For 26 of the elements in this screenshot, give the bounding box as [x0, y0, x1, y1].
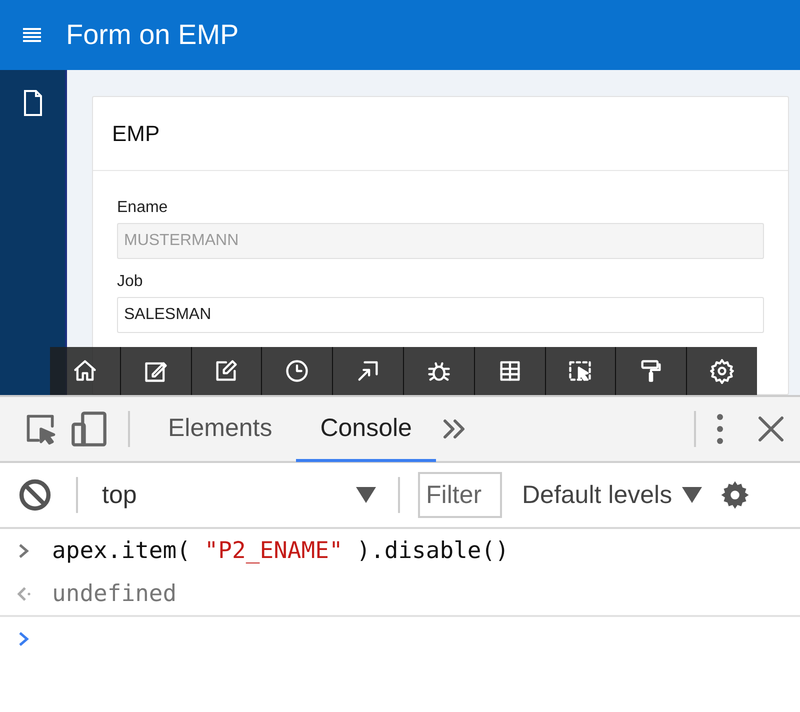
kebab-menu-icon[interactable]: [716, 413, 724, 445]
result-arrow-icon: [16, 585, 32, 603]
console-result: undefined: [52, 581, 177, 607]
clock-icon[interactable]: [284, 358, 310, 384]
levels-select[interactable]: Default levels: [522, 480, 702, 510]
home-icon[interactable]: [72, 358, 98, 384]
menu-icon[interactable]: [22, 27, 42, 43]
device-icon[interactable]: [70, 410, 108, 448]
devtools-tab[interactable]: Console: [296, 398, 436, 462]
dropdown-triangle-icon: [356, 487, 376, 503]
close-icon[interactable]: [758, 416, 784, 442]
clear-console-icon[interactable]: [18, 478, 52, 512]
page-title: Form on EMP: [66, 19, 239, 51]
inspect-element-icon[interactable]: [24, 412, 58, 446]
text-field[interactable]: SALESMAN: [117, 297, 764, 333]
field-label: Job: [117, 273, 144, 291]
context-select[interactable]: top: [78, 480, 398, 510]
console-command: apex.item( "P2_ENAME" ).disable(): [52, 538, 509, 564]
devtools-tab[interactable]: Elements: [144, 398, 296, 462]
filter-field[interactable]: Filter: [418, 472, 502, 518]
more-tabs-icon[interactable]: [442, 418, 466, 440]
field-label: Ename: [117, 199, 169, 217]
settings-icon[interactable]: [709, 358, 736, 384]
region-title: EMP: [93, 97, 788, 171]
dropdown-triangle-icon: [682, 487, 702, 503]
page-icon[interactable]: [22, 90, 42, 116]
